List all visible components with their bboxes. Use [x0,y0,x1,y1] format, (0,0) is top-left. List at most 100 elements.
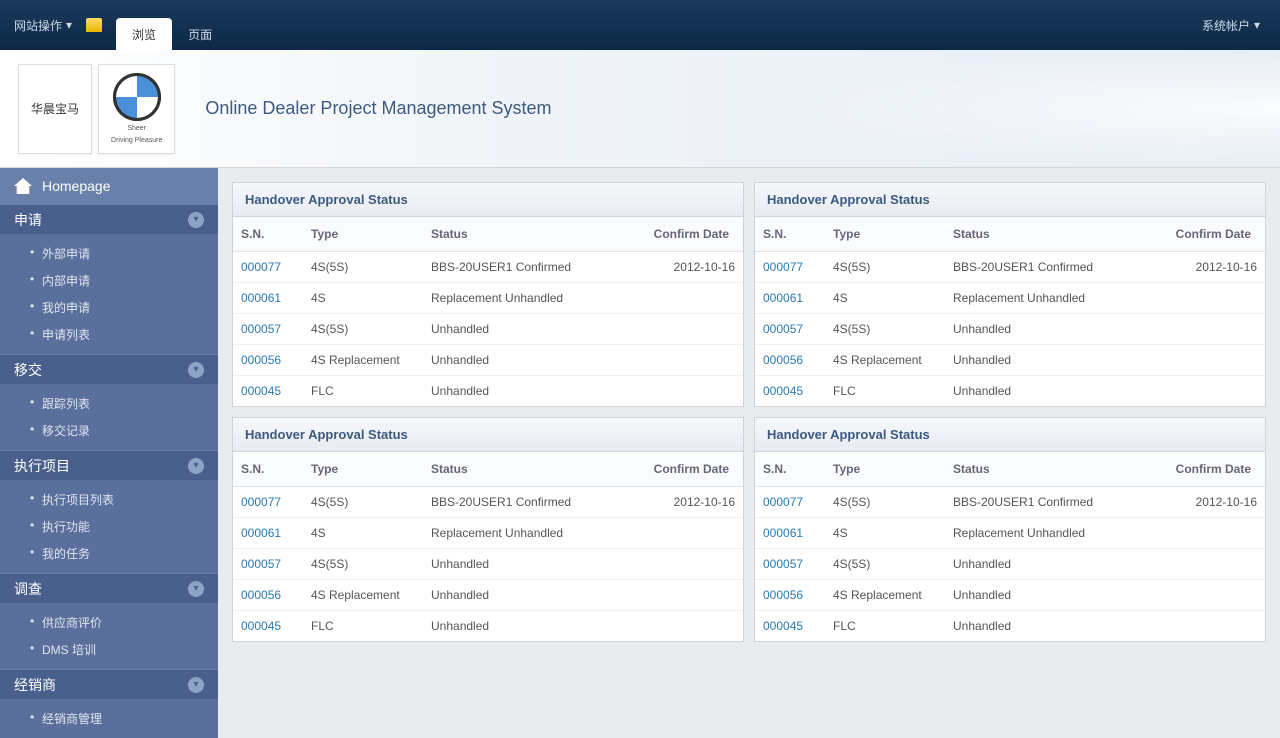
sidebar-item[interactable]: 执行项目列表 [0,486,218,513]
col-header-status: Status [423,217,633,252]
topbar-left: 网站操作 ▾ 浏览 页面 [8,0,228,50]
sidebar-item[interactable]: 申请列表 [0,321,218,348]
table-row: 0000564S ReplacementUnhandled [233,345,743,376]
sn-link[interactable]: 000045 [241,384,281,398]
sidebar-section-items: 供应商评价DMS 培训 [0,603,218,669]
table-row: 0000574S(5S)Unhandled [755,314,1265,345]
cell-status: Unhandled [945,580,1155,611]
sn-link[interactable]: 000077 [241,260,281,274]
sn-link[interactable]: 000077 [763,260,803,274]
table-row: 000045 FLCUnhandled [755,611,1265,642]
folder-icon[interactable] [86,18,102,32]
cell-date: 2012-10-16 [1155,252,1265,283]
handover-panel: Handover Approval StatusS.N.TypeStatusCo… [754,417,1266,642]
sn-link[interactable]: 000057 [241,322,281,336]
sidebar-section-title: 申请 [14,210,42,230]
sidebar-item[interactable]: 跟踪列表 [0,390,218,417]
sidebar-item[interactable]: 我的申请 [0,294,218,321]
sn-link[interactable]: 000061 [241,291,281,305]
sidebar-item[interactable]: 执行功能 [0,513,218,540]
cell-type: 4S [303,283,423,314]
col-header-status: Status [423,452,633,487]
col-header-date: Confirm Date [1155,452,1265,487]
sn-link[interactable]: 000045 [241,619,281,633]
cell-type: 4S Replacement [303,580,423,611]
cell-date [1155,518,1265,549]
sidebar-section-header[interactable]: 执行项目▾ [0,450,218,480]
sidebar-home[interactable]: Homepage [0,168,218,204]
cell-date [633,345,743,376]
cell-status: BBS-20USER1 Confirmed [423,487,633,518]
sn-link[interactable]: 000057 [241,557,281,571]
sidebar-item[interactable]: 移交记录 [0,417,218,444]
cell-status: BBS-20USER1 Confirmed [423,252,633,283]
col-header-sn: S.N. [233,217,303,252]
sn-link[interactable]: 000057 [763,322,803,336]
handover-table: S.N.TypeStatusConfirm Date0000774S(5S)BB… [233,452,743,641]
page-title: Online Dealer Project Management System [205,98,551,119]
tab-page[interactable]: 页面 [172,18,228,50]
sidebar-section-header[interactable]: 移交▾ [0,354,218,384]
cell-date [633,283,743,314]
sidebar-item[interactable]: DMS 培训 [0,636,218,663]
sn-link[interactable]: 000077 [763,495,803,509]
sidebar-section-header[interactable]: 经销商▾ [0,669,218,699]
sidebar-item[interactable]: 我的任务 [0,540,218,567]
sidebar-section-header[interactable]: 调查▾ [0,573,218,603]
cell-status: Unhandled [945,376,1155,407]
sn-link[interactable]: 000045 [763,384,803,398]
tab-browse[interactable]: 浏览 [116,18,172,50]
system-account-menu[interactable]: 系统帐户 ▾ [1202,17,1272,34]
sidebar-section: 经销商▾ 经销商管理 [0,669,218,738]
chevron-down-icon: ▾ [188,212,204,228]
dropdown-icon: ▾ [66,18,72,32]
cell-status: Replacement Unhandled [945,518,1155,549]
site-actions-menu[interactable]: 网站操作 ▾ [8,13,78,38]
sn-link[interactable]: 000056 [241,588,281,602]
sidebar-section-header[interactable]: 申请 ▾ [0,204,218,234]
handover-table: S.N.TypeStatusConfirm Date0000774S(5S)BB… [755,217,1265,406]
table-row: 0000774S(5S)BBS-20USER1 Confirmed2012-10… [233,487,743,518]
sidebar-item[interactable]: 经销商管理 [0,705,218,732]
cell-type: 4S [303,518,423,549]
col-header-sn: S.N. [233,452,303,487]
cell-status: Unhandled [423,314,633,345]
sn-link[interactable]: 000061 [763,291,803,305]
cell-status: BBS-20USER1 Confirmed [945,487,1155,518]
sn-link[interactable]: 000061 [763,526,803,540]
sn-link[interactable]: 000045 [763,619,803,633]
sidebar-item[interactable]: 内部申请 [0,267,218,294]
brand-text: 华晨宝马 [31,100,79,117]
sidebar-section-items: 经销商管理 [0,699,218,738]
table-row: 0000774S(5S)BBS-20USER1 Confirmed2012-10… [755,487,1265,518]
panel-header: Handover Approval Status [233,183,743,217]
handover-panel: Handover Approval StatusS.N.TypeStatusCo… [232,182,744,407]
home-icon [14,178,32,194]
sn-link[interactable]: 000077 [241,495,281,509]
sn-link[interactable]: 000056 [763,588,803,602]
col-header-status: Status [945,217,1155,252]
table-row: 0000574S(5S)Unhandled [233,549,743,580]
cell-status: Unhandled [423,549,633,580]
banner: 华晨宝马 Sheer Driving Pleasure Online Deale… [0,50,1280,168]
cell-status: Unhandled [945,549,1155,580]
sidebar-item[interactable]: 供应商评价 [0,609,218,636]
handover-panel: Handover Approval StatusS.N.TypeStatusCo… [232,417,744,642]
col-header-sn: S.N. [755,217,825,252]
cell-date [633,314,743,345]
cell-status: Unhandled [423,345,633,376]
sn-link[interactable]: 000056 [763,353,803,367]
cell-status: Unhandled [945,611,1155,642]
cell-type: FLC [825,611,945,642]
sn-link[interactable]: 000061 [241,526,281,540]
layout: Homepage 申请 ▾ 外部申请内部申请我的申请申请列表移交▾ 跟踪列表移交记录执… [0,168,1280,738]
sidebar-item[interactable]: 外部申请 [0,240,218,267]
site-actions-label: 网站操作 [14,17,62,34]
sn-link[interactable]: 000056 [241,353,281,367]
table-row: 000045FLCUnhandled [233,611,743,642]
sn-link[interactable]: 000057 [763,557,803,571]
cell-status: Replacement Unhandled [423,518,633,549]
cell-date [633,376,743,407]
cell-type: 4S(5S) [303,252,423,283]
cell-type: 4S [825,518,945,549]
